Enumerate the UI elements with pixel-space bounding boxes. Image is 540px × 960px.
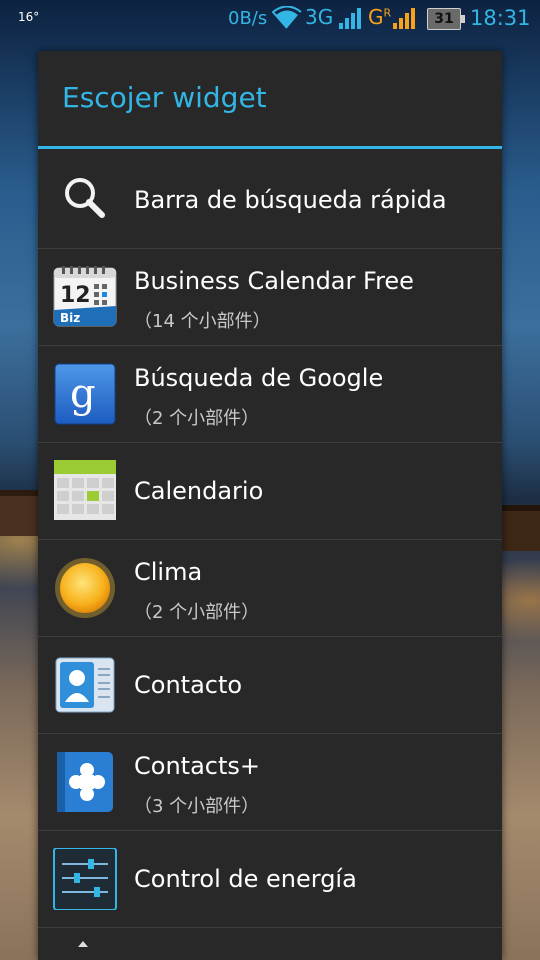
svg-text:Biz: Biz — [60, 311, 80, 325]
svg-text:g: g — [70, 371, 96, 417]
power-control-icon — [52, 847, 118, 911]
status-network2: GR — [368, 5, 391, 29]
wifi-icon — [271, 5, 302, 35]
signal-strength-icon — [339, 8, 363, 35]
contact-card-icon — [52, 654, 118, 716]
calendar-icon — [52, 460, 118, 522]
wallpaper-hut-left — [0, 490, 40, 536]
status-network2-letter: G — [368, 5, 384, 29]
search-icon — [52, 169, 118, 231]
list-item-subtitle: （3 个小部件） — [134, 796, 260, 817]
status-bar: 16° 0B/s 3G GR 31 18:31 — [0, 0, 540, 38]
list-item-label: Control de energía — [134, 865, 357, 893]
scroll-more-indicator — [78, 941, 88, 947]
status-network2-roaming: R — [383, 6, 392, 20]
battery-icon: 31 — [427, 8, 465, 30]
list-item-label: Contacto — [134, 671, 243, 699]
status-temperature: 16° — [18, 10, 40, 24]
list-item-label: Business Calendar Free — [134, 267, 414, 295]
business-calendar-icon: 12 Biz — [52, 266, 118, 328]
list-item[interactable]: 12 Biz Business Calendar Free （14 个小部件） — [38, 249, 502, 346]
dialog-title: Escojer widget — [62, 81, 267, 114]
list-item[interactable]: Contacto — [38, 637, 502, 734]
list-item[interactable]: Control de energía — [38, 831, 502, 928]
list-item[interactable]: g Búsqueda de Google （2 个小部件） — [38, 346, 502, 443]
list-item[interactable]: Barra de búsqueda rápida — [38, 152, 502, 249]
google-search-icon: g — [52, 363, 118, 425]
list-item-label: Barra de búsqueda rápida — [134, 186, 447, 214]
choose-widget-dialog: Escojer widget Barra de búsqueda rápida — [38, 51, 502, 960]
list-item[interactable]: Contacts+ （3 个小部件） — [38, 734, 502, 831]
list-item[interactable]: Calendario — [38, 443, 502, 540]
signal-strength-2-icon — [393, 8, 417, 35]
status-network-type: 3G — [305, 5, 334, 29]
list-item-label: Calendario — [134, 477, 264, 505]
list-item[interactable]: Clima （2 个小部件） — [38, 540, 502, 637]
list-item-label: Búsqueda de Google — [134, 364, 384, 392]
widget-list[interactable]: Barra de búsqueda rápida 12 Biz Business… — [38, 152, 502, 928]
weather-sun-icon — [52, 557, 118, 619]
status-net-speed: 0B/s — [228, 8, 268, 29]
list-item-subtitle: （2 个小部件） — [134, 602, 260, 623]
wallpaper-hut-right — [502, 505, 540, 551]
status-time: 18:31 — [470, 6, 531, 30]
list-item-subtitle: （2 个小部件） — [134, 408, 260, 429]
list-item-label: Clima — [134, 558, 203, 586]
title-divider — [38, 146, 502, 149]
list-item-label: Contacts+ — [134, 752, 260, 780]
contacts-plus-icon — [52, 751, 118, 813]
svg-text:12: 12 — [60, 283, 91, 308]
list-item-subtitle: （14 个小部件） — [134, 311, 271, 332]
